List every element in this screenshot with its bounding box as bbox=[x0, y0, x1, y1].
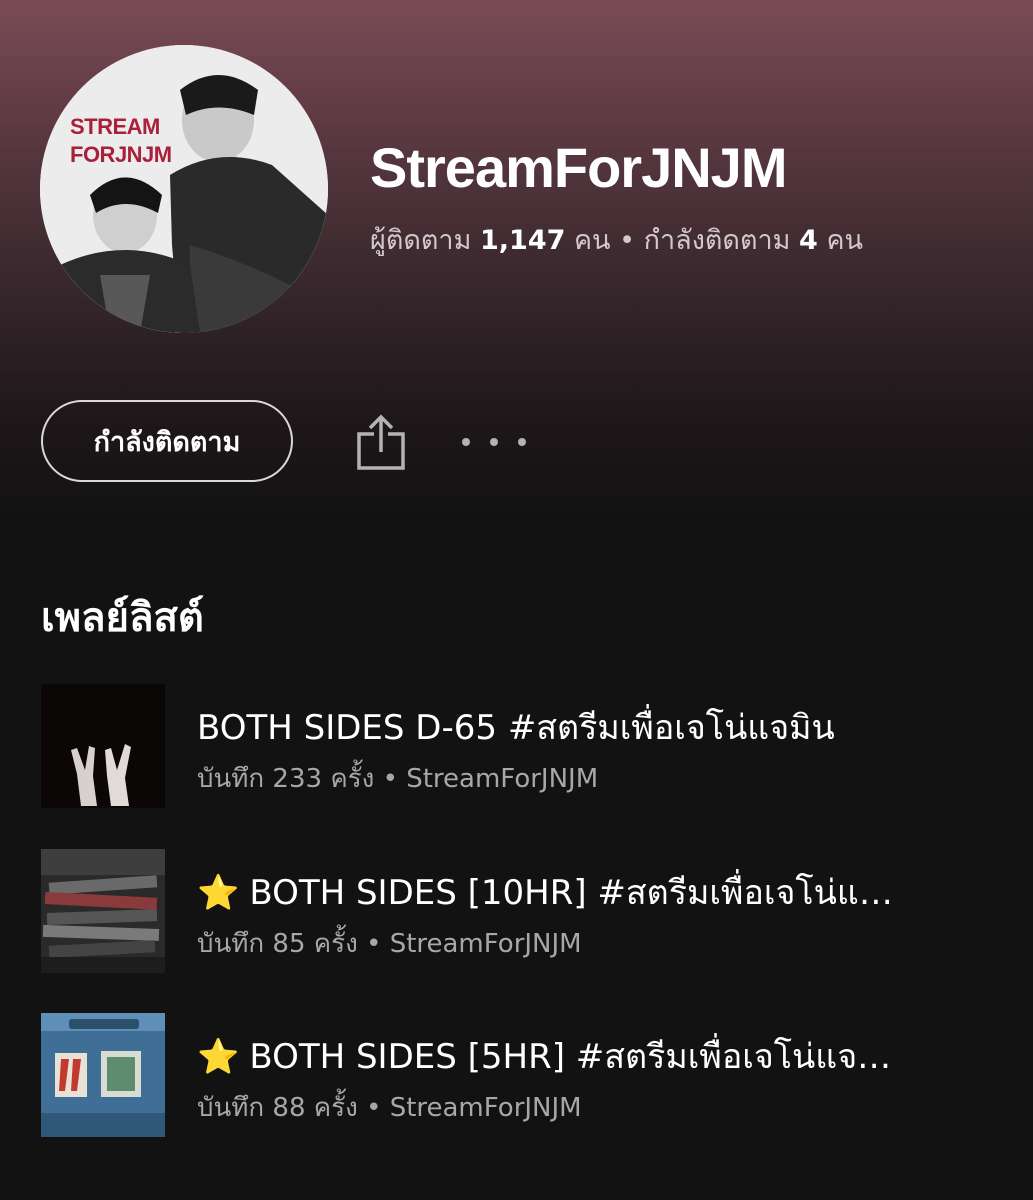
playlist-cover bbox=[41, 684, 165, 808]
star-icon: ⭐ bbox=[197, 1037, 240, 1077]
playlist-title-text: BOTH SIDES D-65 #สตรีมเพื่อเจโน่แจมิน bbox=[197, 708, 835, 748]
more-options-button[interactable] bbox=[462, 422, 526, 462]
playlist-title-text: BOTH SIDES [10HR] #สตรีมเพื่อเจโน่แ… bbox=[249, 873, 893, 913]
profile-name: StreamForJNJM bbox=[370, 136, 787, 199]
more-options-icon bbox=[462, 438, 470, 446]
playlist-item[interactable]: ⭐ BOTH SIDES [5HR] #สตรีมเพื่อเจโน่แจ… บั… bbox=[41, 1013, 991, 1137]
playlist-cover bbox=[41, 849, 165, 973]
playlist-meta: บันทึก 233 ครั้ง • StreamForJNJM bbox=[197, 764, 599, 794]
followers-unit: คน bbox=[573, 225, 611, 256]
share-icon bbox=[357, 414, 405, 470]
playlist-item[interactable]: ⭐ BOTH SIDES [10HR] #สตรีมเพื่อเจโน่แ… บั… bbox=[41, 849, 991, 973]
playlist-cover bbox=[41, 1013, 165, 1137]
profile-page: STREAM FORJNJM StreamForJNJM ผู้ติดตาม 1… bbox=[0, 0, 1033, 1200]
more-options-icon-dot bbox=[518, 438, 526, 446]
avatar-logo-text: STREAM FORJNJM bbox=[70, 114, 172, 167]
more-options-icon-dot bbox=[490, 438, 498, 446]
playlist-title-text: BOTH SIDES [5HR] #สตรีมเพื่อเจโน่แจ… bbox=[249, 1037, 892, 1077]
following-label: กำลังติดตาม bbox=[643, 225, 791, 256]
profile-avatar[interactable]: STREAM FORJNJM bbox=[40, 45, 328, 333]
share-button[interactable] bbox=[350, 410, 414, 474]
following-count[interactable]: 4 bbox=[799, 225, 818, 256]
playlist-meta: บันทึก 85 ครั้ง • StreamForJNJM bbox=[197, 929, 582, 959]
stats-separator: • bbox=[619, 225, 636, 256]
star-icon: ⭐ bbox=[197, 873, 240, 913]
following-unit: คน bbox=[826, 225, 863, 256]
playlist-meta: บันทึก 88 ครั้ง • StreamForJNJM bbox=[197, 1093, 582, 1123]
profile-stats: ผู้ติดตาม 1,147 คน • กำลังติดตาม 4 คน bbox=[370, 218, 863, 261]
playlist-title: BOTH SIDES D-65 #สตรีมเพื่อเจโน่แจมิน bbox=[197, 700, 977, 754]
avatar-photo bbox=[40, 45, 328, 333]
playlist-title: ⭐ BOTH SIDES [10HR] #สตรีมเพื่อเจโน่แ… bbox=[197, 865, 977, 919]
playlist-item[interactable]: BOTH SIDES D-65 #สตรีมเพื่อเจโน่แจมิน บั… bbox=[41, 684, 991, 808]
playlist-title: ⭐ BOTH SIDES [5HR] #สตรีมเพื่อเจโน่แจ… bbox=[197, 1029, 977, 1083]
followers-label: ผู้ติดตาม bbox=[370, 225, 472, 256]
following-button[interactable]: กำลังติดตาม bbox=[41, 400, 293, 482]
followers-count[interactable]: 1,147 bbox=[480, 225, 565, 256]
playlists-heading: เพลย์ลิสต์ bbox=[41, 595, 204, 641]
